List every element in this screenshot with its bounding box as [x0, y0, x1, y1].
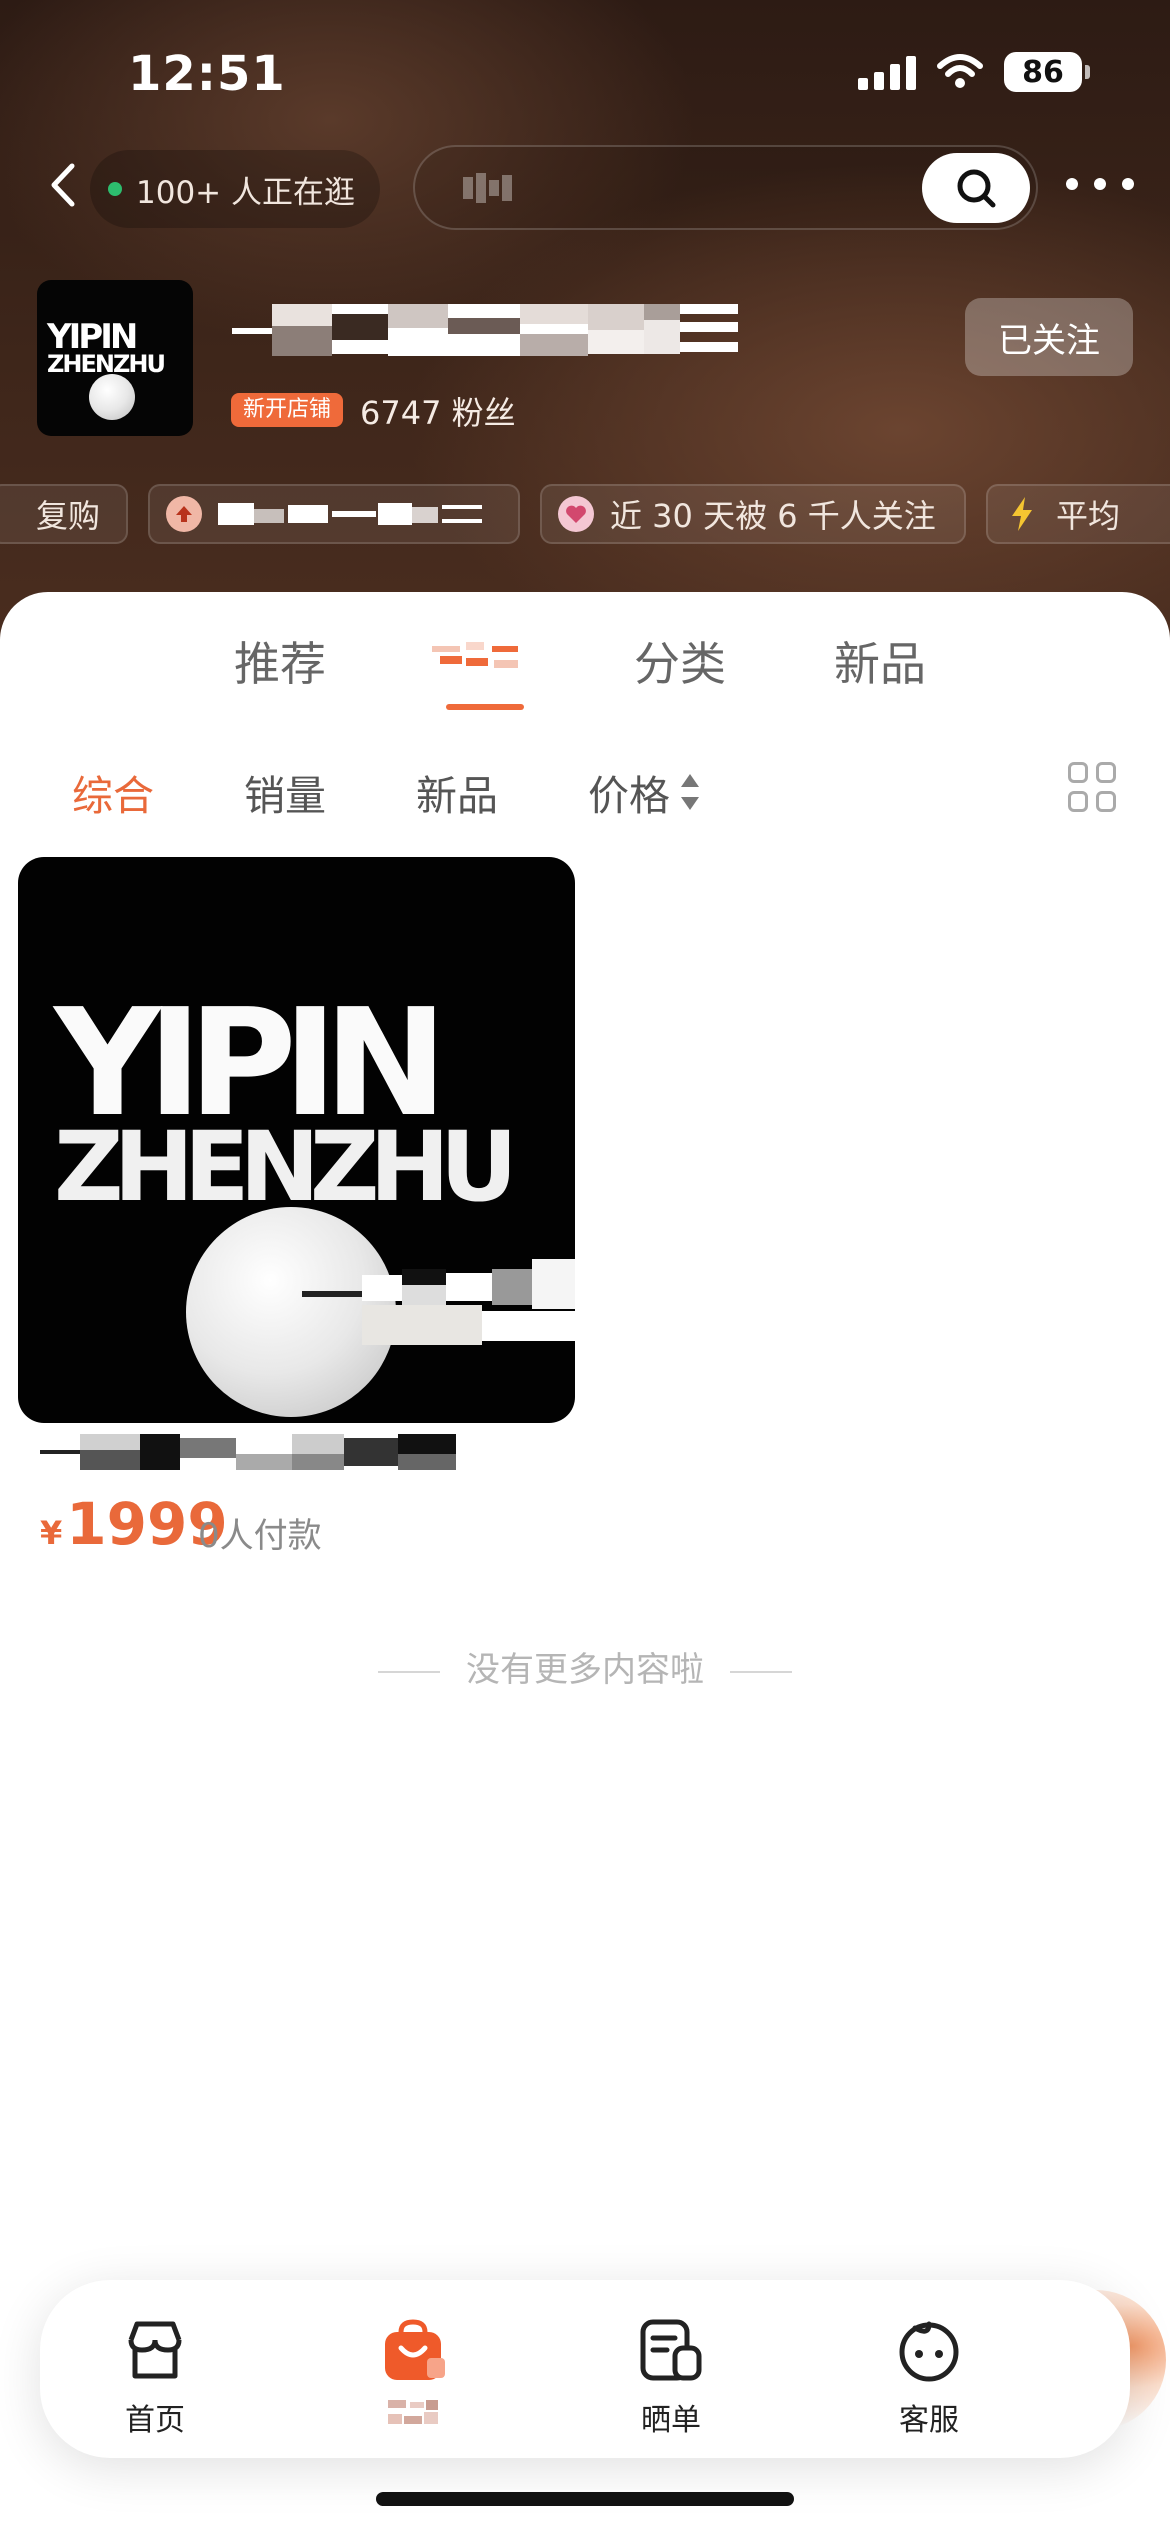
shop-tags-row[interactable]: 复购 近 30 天被 6 千人关注 平均	[0, 484, 1170, 546]
battery-level: 86	[1004, 52, 1082, 92]
tab-products[interactable]	[430, 632, 530, 688]
nav-products-label-redacted	[388, 2400, 438, 2424]
search-icon	[957, 169, 996, 208]
tab-label-redacted	[432, 642, 518, 668]
shopping-bag-icon	[385, 2319, 445, 2380]
active-tab-indicator	[446, 704, 524, 710]
shop-search-bar[interactable]	[413, 145, 1038, 230]
nav-customer-service-label: 客服	[899, 2403, 959, 2438]
product-title-redacted[interactable]	[40, 1430, 495, 1474]
shop-content-panel: 推荐 分类 新品 综合 销量 新品 价格 YIPIN ZHENZHU ¥1999…	[0, 592, 1170, 2532]
home-indicator[interactable]	[376, 2492, 794, 2506]
tag-followers[interactable]: 近 30 天被 6 千人关注	[540, 484, 966, 544]
search-placeholder-redacted	[463, 173, 523, 203]
grid-view-toggle-icon[interactable]	[1068, 762, 1116, 812]
nav-products[interactable]	[333, 2280, 493, 2458]
search-button[interactable]	[922, 153, 1030, 223]
tab-new[interactable]: 新品	[834, 628, 926, 694]
shop-logo[interactable]: YIPIN ZHENZHU	[37, 280, 193, 436]
chevron-left-icon	[51, 163, 75, 207]
bottom-nav: 首页 晒单 客服	[40, 2280, 1130, 2458]
nav-reviews[interactable]: 晒单	[591, 2280, 751, 2458]
heart-icon	[558, 496, 594, 532]
wifi-icon	[936, 54, 984, 90]
live-dot-icon	[108, 182, 122, 196]
sort-price-label: 价格	[588, 772, 670, 820]
logo-text-line2: ZHENZHU	[47, 350, 166, 378]
more-menu-button[interactable]	[1066, 164, 1134, 204]
visitors-text: 100+ 人正在逛	[136, 174, 355, 211]
cellular-signal-icon	[858, 54, 916, 90]
nav-home-label: 首页	[125, 2403, 185, 2438]
product-image[interactable]: YIPIN ZHENZHU	[18, 857, 575, 1423]
shop-home-icon	[128, 2321, 182, 2379]
product-image-overlay-redacted	[302, 1259, 575, 1345]
top-nav: 100+ 人正在逛	[0, 140, 1170, 230]
buyers-count: 0人付款	[198, 1516, 322, 1556]
logo-text-line1: YIPIN	[47, 317, 138, 357]
sort-price[interactable]: 价格	[588, 762, 702, 822]
shop-name-redacted	[232, 304, 738, 356]
sort-bar: 综合 销量 新品 价格	[0, 762, 1170, 822]
shop-tabs: 推荐 分类 新品	[0, 628, 1170, 718]
battery-icon: 86	[1004, 52, 1090, 92]
nav-customer-service[interactable]: 客服	[849, 2280, 1009, 2458]
tag-repurchase[interactable]: 复购	[0, 484, 128, 544]
tab-recommend[interactable]: 推荐	[234, 628, 326, 694]
sort-new[interactable]: 新品	[416, 762, 498, 822]
tag-label: 复购	[36, 497, 101, 535]
tag-label: 平均	[1056, 497, 1121, 535]
no-more-text: 没有更多内容啦	[466, 1650, 704, 1690]
sort-sales[interactable]: 销量	[244, 762, 326, 822]
lightning-icon	[1004, 496, 1040, 532]
pearl-image	[89, 374, 135, 420]
tab-category[interactable]: 分类	[634, 628, 726, 694]
back-button[interactable]	[40, 158, 86, 212]
product-image-text-line2: ZHENZHU	[54, 1111, 518, 1223]
tag-label: 近 30 天被 6 千人关注	[610, 497, 936, 535]
currency-symbol: ¥	[40, 1514, 63, 1552]
follow-button[interactable]: 已关注	[965, 298, 1133, 376]
review-note-icon	[640, 2319, 702, 2381]
arrow-up-icon	[166, 496, 202, 532]
sort-arrows-icon	[681, 774, 699, 810]
sort-overall[interactable]: 综合	[72, 762, 154, 822]
fans-count: 6747 粉丝	[360, 394, 516, 432]
customer-service-icon	[899, 2321, 959, 2382]
new-shop-badge: 新开店铺	[231, 393, 344, 427]
status-time: 12:51	[128, 46, 286, 102]
status-icons: 86	[858, 52, 1090, 92]
shop-header: 12:51 86 100+ 人正在逛 YIPIN ZHENZHU 新开店铺 67…	[0, 0, 1170, 640]
no-more-content: 没有更多内容啦	[0, 1642, 1170, 1691]
nav-home[interactable]: 首页	[75, 2280, 235, 2458]
tag-text-redacted	[218, 503, 482, 525]
tag-ranking[interactable]	[148, 484, 520, 544]
tag-average[interactable]: 平均	[986, 484, 1170, 544]
live-visitors-pill: 100+ 人正在逛	[90, 150, 380, 228]
nav-reviews-label: 晒单	[641, 2403, 701, 2438]
